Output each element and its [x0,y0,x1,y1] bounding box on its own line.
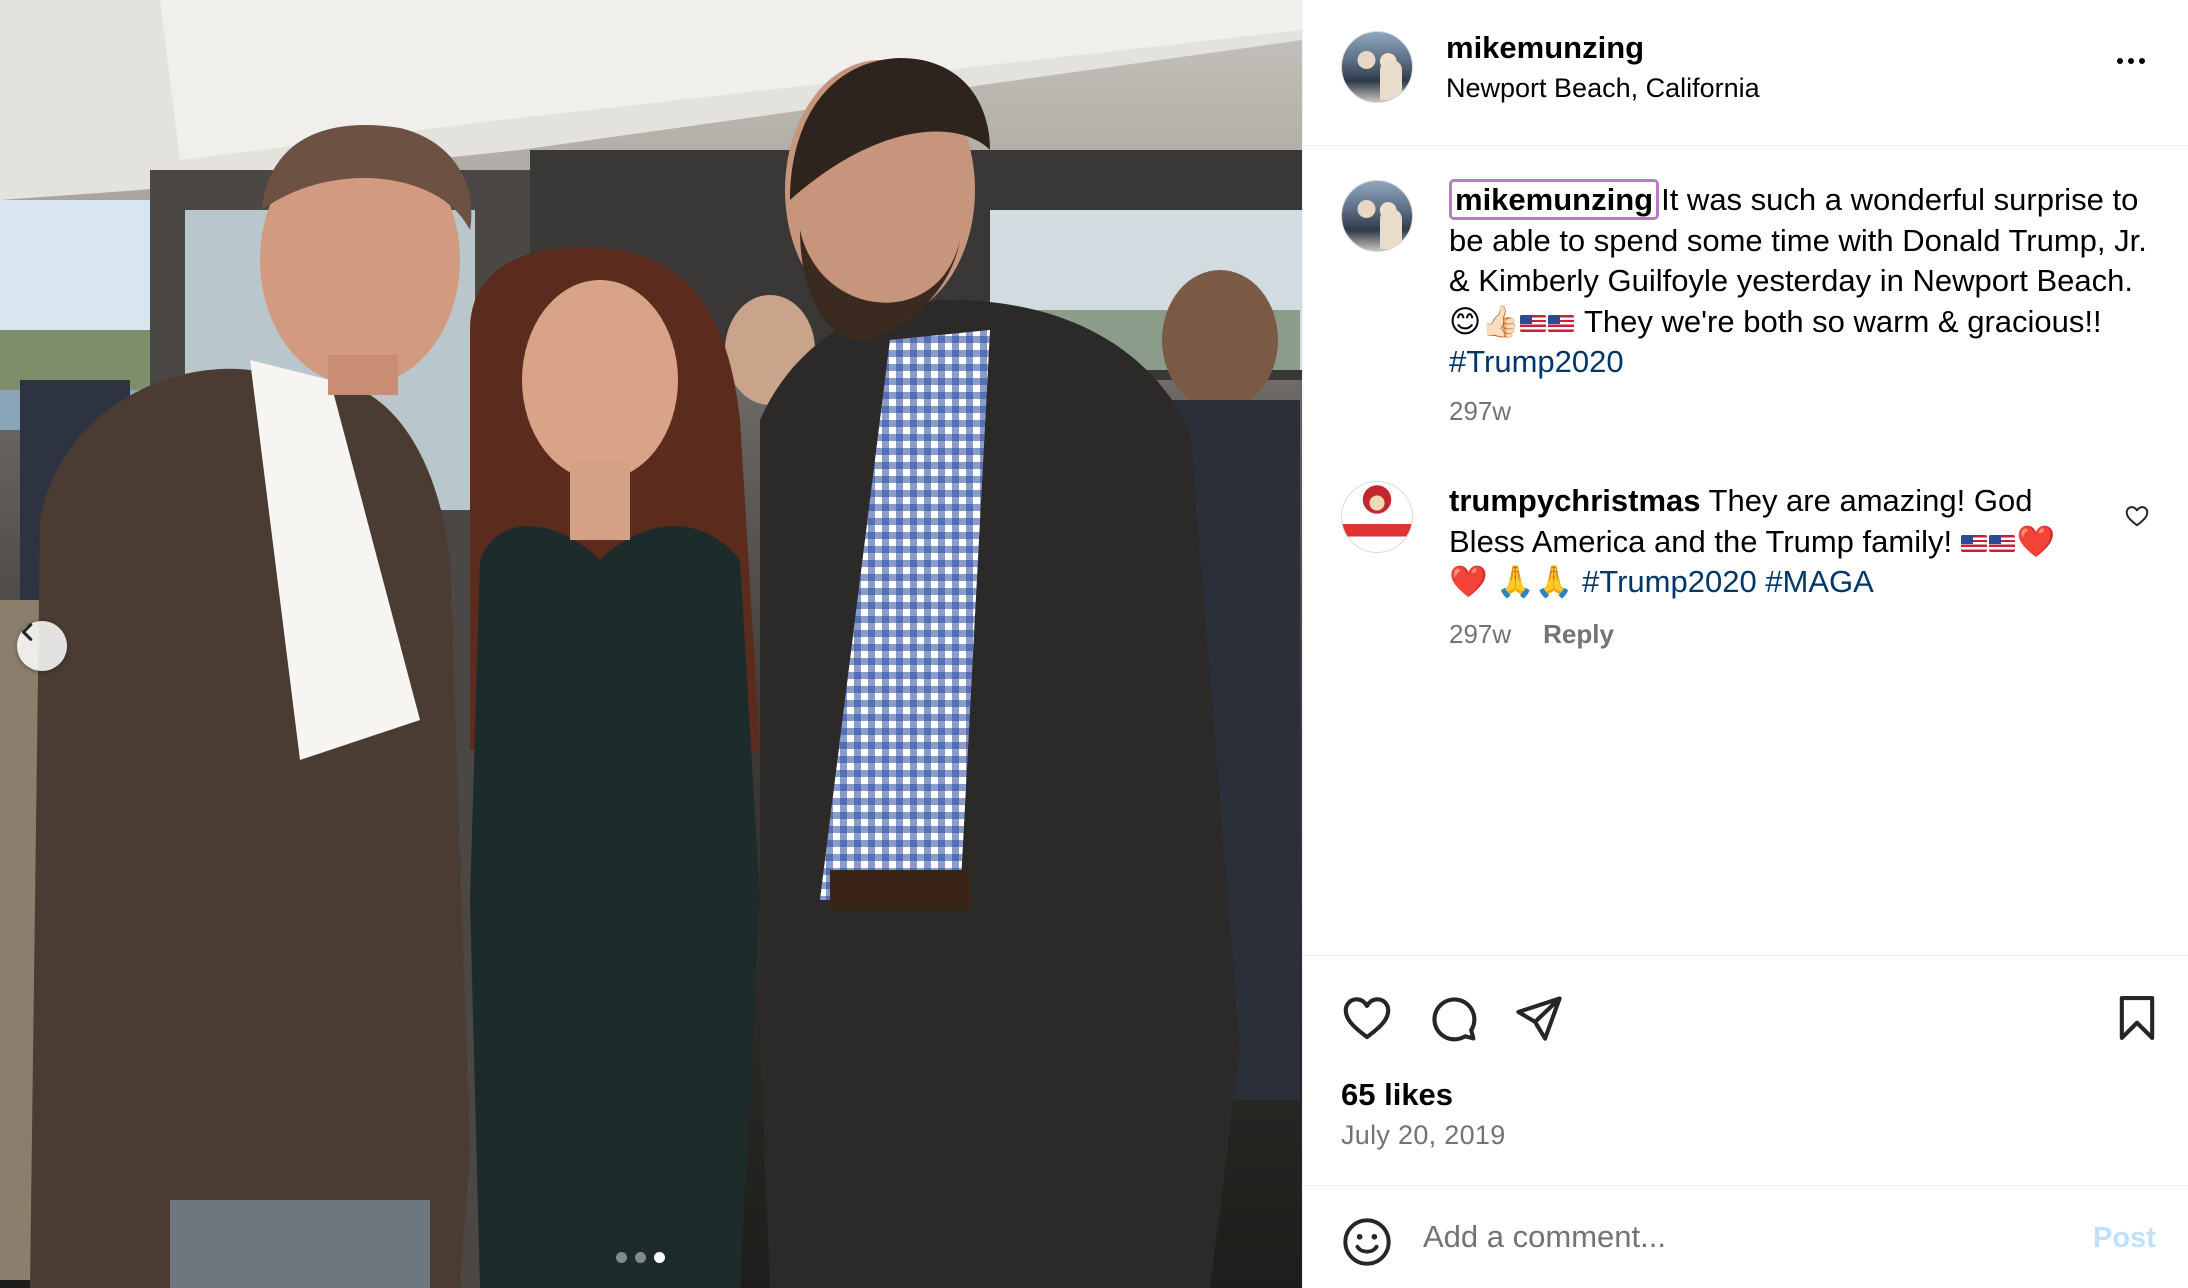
praying-hands-emoji: 🙏🙏 [1496,564,1574,600]
author-username[interactable]: mikemunzing [1446,30,1644,66]
comment-icon[interactable] [1427,992,1479,1044]
carousel-indicator [616,1252,665,1263]
comment-avatar[interactable] [1341,481,1413,553]
us-flag-icon [1547,314,1574,332]
more-options-button[interactable] [2113,50,2149,72]
comment-text: trumpychristmas They are amazing! God Ble… [1449,481,2089,603]
chevron-left-icon [21,623,33,641]
photo-illustration [0,0,1302,1288]
post-details-panel: mikemunzing Newport Beach, California mi… [1302,0,2188,1288]
comment-like-heart-icon[interactable] [2124,503,2150,529]
carousel-dot [635,1252,646,1263]
more-dot-icon [2117,58,2123,64]
caption-hashtag[interactable]: #Trump2020 [1449,344,1624,379]
comment-hashtag[interactable]: #MAGA [1765,564,1874,599]
smile-thumbs-emoji: 😊👍🏻 [1449,303,1520,340]
carousel-dot [616,1252,627,1263]
comment-age[interactable]: 297w [1449,619,1511,650]
post-location[interactable]: Newport Beach, California [1446,73,1760,104]
caption-text: mikemunzing It was such a wonderful surpr… [1449,179,2149,383]
post-actions: 65 likes July 20, 2019 [1303,955,2188,1185]
comment-input[interactable] [1423,1208,2023,1266]
likes-count[interactable]: 65 likes [1341,1077,1453,1113]
heart-icon[interactable] [1341,992,1393,1044]
share-icon[interactable] [1513,992,1565,1044]
caption-avatar[interactable] [1341,180,1413,252]
more-dot-icon [2128,58,2134,64]
us-flag-icon [1960,534,1987,552]
caption-username[interactable]: mikemunzing [1449,179,1660,220]
avatar[interactable] [1341,31,1413,103]
reply-button[interactable]: Reply [1543,619,1614,650]
us-flag-icon [1519,314,1546,332]
bookmark-icon[interactable] [2111,992,2163,1044]
post-date[interactable]: July 20, 2019 [1341,1120,1506,1151]
post-header: mikemunzing Newport Beach, California [1303,0,2188,146]
more-dot-icon [2139,58,2145,64]
caption-age[interactable]: 297w [1449,396,1511,427]
carousel-previous-button[interactable] [17,621,67,671]
carousel-dot-active [654,1252,665,1263]
add-comment-bar: Post [1303,1185,2188,1288]
caption-body-2: They we're both so warm & gracious!! [1575,303,2102,339]
emoji-picker-icon[interactable] [1341,1216,1393,1268]
us-flag-icon [1988,534,2015,552]
post-comment-button[interactable]: Post [2093,1222,2156,1255]
comment-hashtag[interactable]: #Trump2020 [1582,564,1757,599]
post-photo[interactable] [0,0,1302,1288]
comment-username[interactable]: trumpychristmas [1449,483,1701,518]
comment-meta: 297w Reply [1449,619,1614,650]
